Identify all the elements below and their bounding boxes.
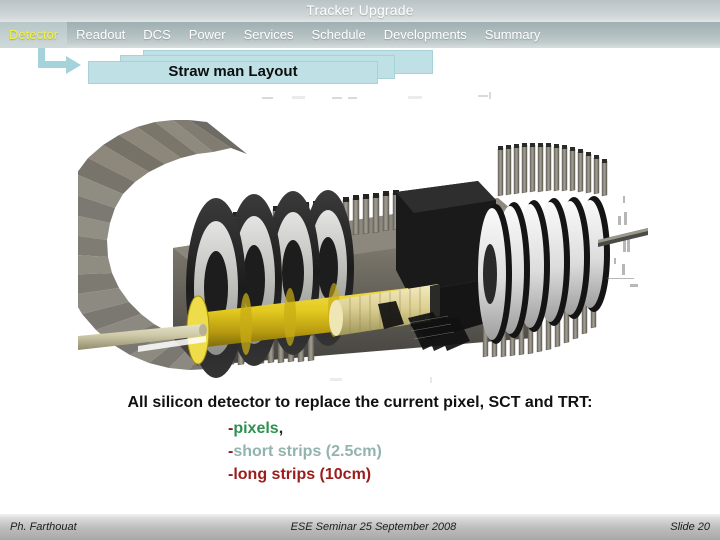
bullet-list: -pixels, -short strips (2.5cm) -long str… [0, 417, 720, 486]
body-headline: All silicon detector to replace the curr… [127, 394, 593, 411]
nav-item-power[interactable]: Power [180, 22, 235, 48]
page-title: Tracker Upgrade [306, 2, 414, 18]
elbow-arrow-icon-arm [38, 61, 68, 68]
nav-item-developments[interactable]: Developments [375, 22, 476, 48]
bullet-trailing: , [278, 420, 284, 437]
bullet-label: short strips (2.5cm) [233, 443, 382, 460]
nav-item-schedule[interactable]: Schedule [302, 22, 374, 48]
footer-author: Ph. Farthouat [10, 521, 77, 533]
elbow-arrow-icon-head [66, 56, 81, 74]
nav-item-services[interactable]: Services [235, 22, 303, 48]
nav-item-summary[interactable]: Summary [476, 22, 550, 48]
bullet-item-pixels: -pixels, [228, 417, 720, 440]
bullet-label: pixels [233, 420, 279, 437]
nav-item-detector[interactable]: Detector [0, 22, 68, 48]
slide-body: All silicon detector to replace the curr… [0, 392, 720, 486]
slide-title: Straw man Layout [168, 63, 298, 80]
detector-figure-svg [78, 120, 648, 378]
navigation-items: Detector Readout DCS Power Services Sche… [0, 22, 720, 48]
detector-figure [78, 88, 648, 393]
right-endcap-disks [478, 196, 610, 344]
footer: Ph. Farthouat ESE Seminar 25 September 2… [0, 514, 720, 540]
slide-root: Tracker Upgrade Detector Readout DCS Pow… [0, 0, 720, 540]
nav-item-dcs[interactable]: DCS [134, 22, 179, 48]
nav-item-readout[interactable]: Readout [67, 22, 134, 48]
bullet-label: long strips (10cm) [233, 466, 372, 483]
bullet-item-short-strips: -short strips (2.5cm) [228, 440, 720, 463]
footer-event: ESE Seminar 25 September 2008 [290, 521, 457, 533]
footer-slide-number: Slide 20 [670, 521, 710, 533]
bullet-item-long-strips: -long strips (10cm) [228, 463, 720, 486]
